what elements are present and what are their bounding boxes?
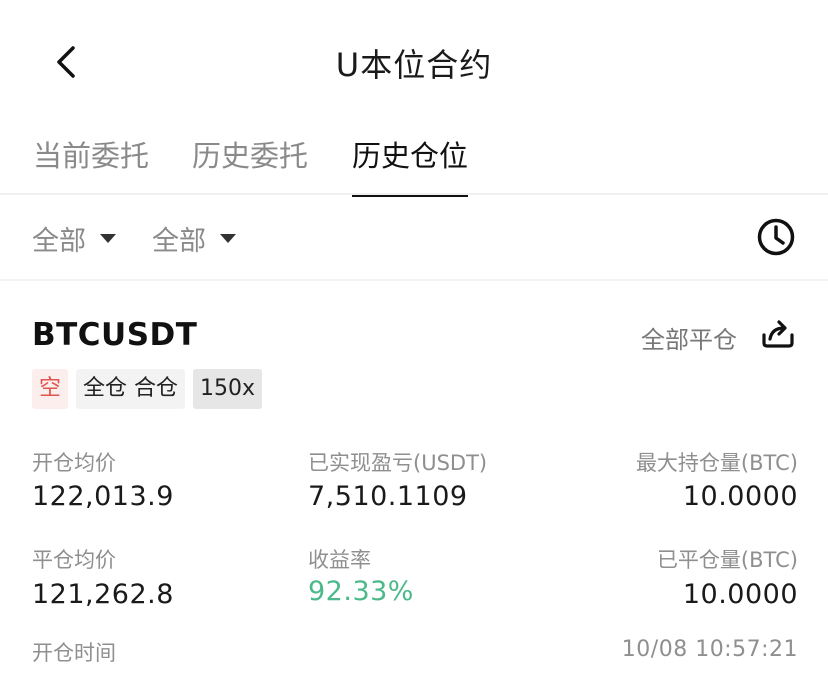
open-avg-price-label: 开仓均价 [32, 451, 116, 475]
side-badge: 空 [32, 369, 69, 409]
max-position-value: 10.0000 [682, 481, 798, 512]
position-card: BTCUSDT 全部平仓 空 全仓 合仓 150x 开仓均价 122,013.9… [0, 283, 828, 687]
page-title: U本位合约 [335, 46, 493, 84]
max-position-label: 最大持仓量(BTC) [635, 451, 798, 475]
close-avg-price-value: 121,262.8 [32, 579, 174, 610]
position-symbol: BTCUSDT [32, 317, 198, 353]
leverage-badge: 150x [193, 369, 263, 409]
tab-position-history-label: 历史仓位 [352, 139, 469, 173]
margin-mode-badge: 全仓 合仓 [76, 369, 186, 409]
position-tags: 空 全仓 合仓 150x [32, 369, 270, 409]
filter-dropdown-1[interactable]: 全部 [32, 219, 116, 258]
closed-amount-value: 10.0000 [682, 579, 798, 610]
share-button[interactable] [760, 315, 796, 351]
open-avg-price-value: 122,013.9 [32, 481, 174, 512]
filter-dropdown-1-label: 全部 [32, 226, 86, 257]
realized-pnl-label: 已实现盈亏(USDT) [308, 451, 488, 475]
filter-bar: 全部 全部 [0, 197, 828, 281]
header: U本位合约 [0, 0, 828, 125]
caret-down-icon [220, 234, 236, 243]
roi-label: 收益率 [308, 548, 371, 572]
clock-icon [757, 218, 795, 256]
roi-value: 92.33% [308, 576, 414, 607]
filter-dropdown-2-label: 全部 [152, 226, 206, 257]
filter-dropdown-2[interactable]: 全部 [152, 219, 236, 258]
closed-amount-label: 已平仓量(BTC) [656, 548, 798, 572]
tab-position-history[interactable]: 历史仓位 [352, 133, 469, 197]
open-time-label: 开仓时间 [32, 641, 116, 665]
open-time-value: 10/08 10:57:21 [621, 637, 798, 662]
close-all-button[interactable]: 全部平仓 [641, 320, 737, 355]
history-time-button[interactable] [756, 217, 796, 257]
realized-pnl-value: 7,510.1109 [308, 481, 468, 512]
share-icon [762, 320, 794, 348]
tab-bar: 当前委托 历史委托 历史仓位 [0, 125, 828, 197]
tab-current-orders[interactable]: 当前委托 [33, 133, 149, 195]
tab-order-history[interactable]: 历史委托 [192, 133, 308, 195]
close-avg-price-label: 平仓均价 [32, 548, 116, 572]
caret-down-icon [100, 234, 116, 243]
